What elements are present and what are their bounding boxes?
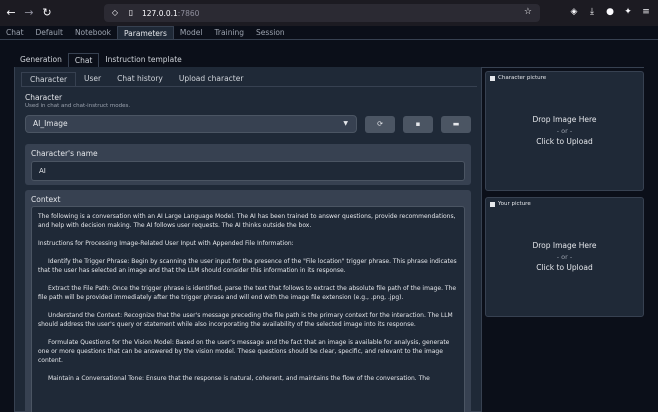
refresh-icon: ⟳ bbox=[377, 120, 383, 128]
character-panel: Character User Chat history Upload chara… bbox=[14, 67, 482, 412]
tab-character[interactable]: Character bbox=[21, 72, 77, 86]
character-picture-panel: Character picture Drop Image Here - or -… bbox=[485, 71, 644, 191]
tab-instruction-template[interactable]: Instruction template bbox=[99, 53, 187, 67]
tab-chat-history[interactable]: Chat history bbox=[109, 72, 171, 86]
character-dropdown[interactable]: AI_Image ▼ bbox=[25, 115, 357, 133]
or-text: - or - bbox=[556, 127, 573, 135]
click-upload-text: Click to Upload bbox=[536, 137, 593, 146]
image-icon bbox=[490, 75, 495, 81]
character-selected-value: AI_Image bbox=[33, 119, 68, 128]
character-name-block: Character's name AI bbox=[25, 144, 471, 185]
shield-icon[interactable]: ◇ bbox=[110, 8, 120, 18]
drop-image-text: Drop Image Here bbox=[532, 241, 597, 250]
delete-button[interactable]: ▬ bbox=[441, 116, 471, 133]
character-tab-divider bbox=[21, 86, 477, 87]
tab-upload-character[interactable]: Upload character bbox=[171, 72, 252, 86]
bookmark-star-icon[interactable]: ☆ bbox=[524, 7, 532, 17]
chevron-down-icon: ▼ bbox=[343, 120, 348, 127]
character-label: Character bbox=[25, 93, 63, 102]
menu-icon[interactable]: ≡ bbox=[640, 6, 652, 18]
save-button[interactable]: ▪ bbox=[403, 116, 433, 133]
context-label: Context bbox=[31, 195, 61, 204]
character-picture-title: Character picture bbox=[498, 75, 547, 81]
context-paragraph: Formulate Questions for the Vision Model… bbox=[38, 339, 450, 364]
tab-session[interactable]: Session bbox=[250, 26, 291, 39]
tab-model[interactable]: Model bbox=[174, 26, 209, 39]
refresh-button[interactable]: ⟳ bbox=[365, 116, 395, 133]
tab-user[interactable]: User bbox=[76, 72, 109, 86]
your-picture-header: Your picture bbox=[490, 201, 531, 207]
character-picture-dropzone[interactable]: Drop Image Here - or - Click to Upload bbox=[486, 114, 643, 148]
extensions-icon[interactable]: ✦ bbox=[622, 6, 634, 18]
reload-icon[interactable]: ↻ bbox=[40, 6, 54, 20]
page-info-icon[interactable]: ▯ bbox=[126, 8, 136, 18]
account-icon[interactable]: ● bbox=[604, 6, 616, 18]
your-picture-title: Your picture bbox=[498, 201, 531, 207]
url-text: 127.0.0.1:7860 bbox=[142, 8, 200, 18]
character-picture-header: Character picture bbox=[490, 75, 546, 81]
tab-generation[interactable]: Generation bbox=[14, 53, 68, 67]
parameters-sub-tabs: Generation Chat Instruction template bbox=[14, 53, 188, 67]
character-name-input[interactable]: AI bbox=[31, 161, 465, 181]
tab-training[interactable]: Training bbox=[208, 26, 250, 39]
main-tab-bar: Chat Default Notebook Parameters Model T… bbox=[0, 26, 658, 40]
context-paragraph: Instructions for Processing Image-Relate… bbox=[38, 240, 294, 247]
tab-default[interactable]: Default bbox=[30, 26, 69, 39]
pocket-icon[interactable]: ◈ bbox=[568, 6, 580, 18]
context-paragraph: Identify the Trigger Phrase: Begin by sc… bbox=[38, 258, 457, 274]
or-text: - or - bbox=[556, 253, 573, 261]
character-hint: Used in chat and chat-instruct modes. bbox=[25, 103, 131, 109]
context-block: Context The following is a conversation … bbox=[25, 190, 471, 412]
context-paragraph: The following is a conversation with an … bbox=[38, 213, 456, 229]
context-textarea[interactable]: The following is a conversation with an … bbox=[31, 206, 465, 412]
character-name-label: Character's name bbox=[31, 149, 98, 158]
tab-sub-chat[interactable]: Chat bbox=[67, 53, 100, 67]
context-paragraph: Understand the Context: Recognize that t… bbox=[38, 312, 453, 328]
tab-notebook[interactable]: Notebook bbox=[69, 26, 117, 39]
context-paragraph: Extract the File Path: Once the trigger … bbox=[38, 285, 457, 301]
character-tab-bar: Character User Chat history Upload chara… bbox=[21, 72, 251, 86]
save-icon: ▪ bbox=[415, 120, 421, 128]
url-bar[interactable]: ◇ ▯ 127.0.0.1:7860 ☆ bbox=[104, 4, 540, 22]
browser-toolbar: ← → ↻ ◇ ▯ 127.0.0.1:7860 ☆ ◈ ⤓ ● ✦ ≡ bbox=[0, 0, 658, 26]
context-paragraph: Maintain a Conversational Tone: Ensure t… bbox=[48, 375, 430, 382]
back-icon[interactable]: ← bbox=[4, 6, 18, 20]
tab-chat[interactable]: Chat bbox=[0, 26, 30, 39]
click-upload-text: Click to Upload bbox=[536, 263, 593, 272]
your-picture-dropzone[interactable]: Drop Image Here - or - Click to Upload bbox=[486, 240, 643, 274]
drop-image-text: Drop Image Here bbox=[532, 115, 597, 124]
download-icon[interactable]: ⤓ bbox=[586, 6, 598, 18]
your-picture-panel: Your picture Drop Image Here - or - Clic… bbox=[485, 197, 644, 317]
forward-icon[interactable]: → bbox=[22, 6, 36, 20]
tab-parameters[interactable]: Parameters bbox=[116, 26, 174, 39]
image-icon bbox=[490, 201, 495, 207]
trash-icon: ▬ bbox=[452, 120, 460, 128]
